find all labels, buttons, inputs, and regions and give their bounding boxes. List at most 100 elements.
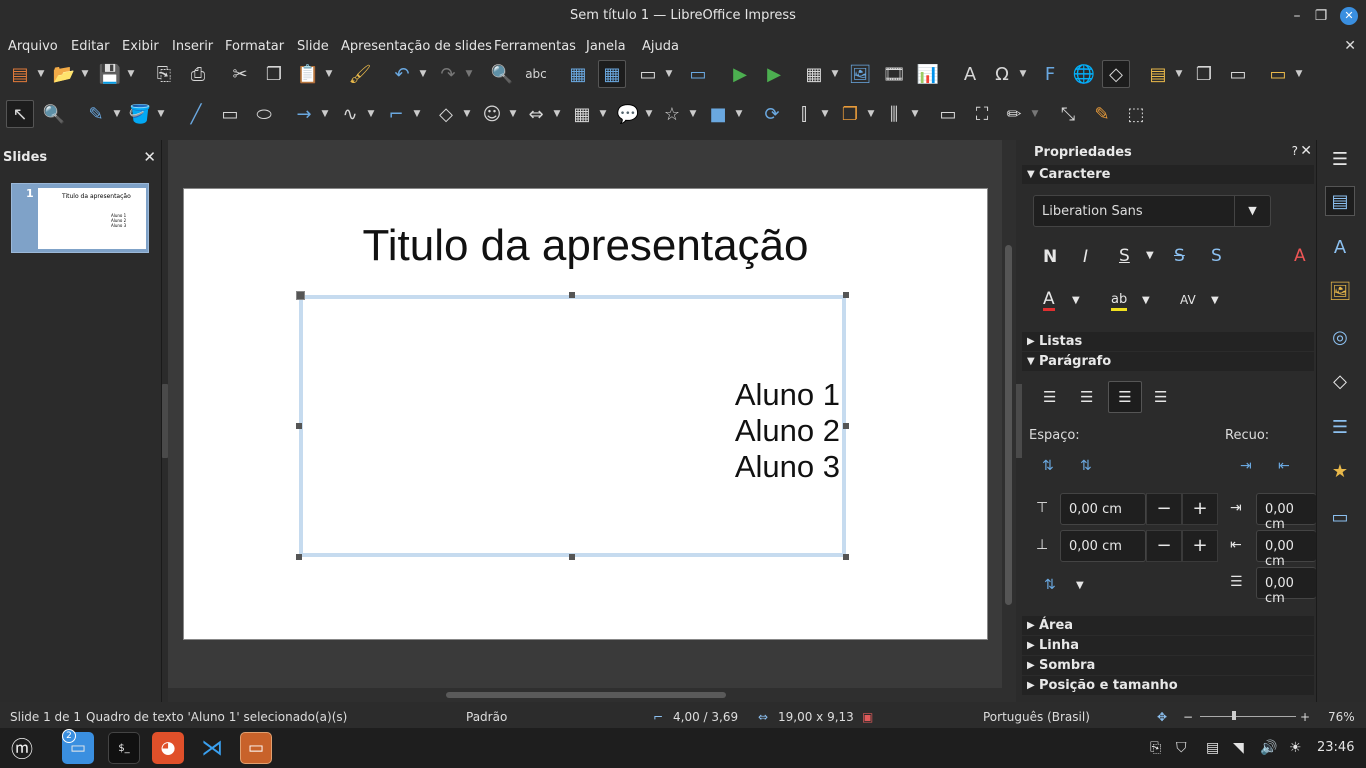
slide-layout-icon[interactable]: ▭	[1264, 60, 1292, 88]
section-linha[interactable]: ▶ Linha	[1022, 636, 1314, 655]
resize-handle[interactable]	[843, 554, 849, 560]
flowchart-icon[interactable]: ▦	[568, 100, 596, 128]
fontwork-icon[interactable]: F	[1036, 60, 1064, 88]
copy-icon[interactable]: ❐	[260, 60, 288, 88]
resize-handle[interactable]	[296, 554, 302, 560]
new-slide-icon[interactable]: ▤	[1144, 60, 1172, 88]
horizontal-scrollbar[interactable]	[168, 688, 1002, 702]
redo-dropdown-icon[interactable]: ▼	[464, 60, 474, 88]
table-dropdown-icon[interactable]: ▼	[830, 60, 840, 88]
menu-arquivo[interactable]: Arquivo	[8, 39, 58, 54]
menu-janela[interactable]: Janela	[586, 39, 626, 54]
character-spacing-icon[interactable]: AV	[1180, 293, 1196, 307]
first-line-indent-field[interactable]: 0,00 cm	[1256, 567, 1316, 606]
slide-thumbnail[interactable]: 1 Titulo da apresentação Aluno 1 Aluno 2…	[11, 183, 149, 253]
zoom-level[interactable]: 76%	[1328, 710, 1355, 724]
hyperlink-icon[interactable]: 🌐	[1070, 60, 1098, 88]
gallery-icon[interactable]: 🖼	[1325, 276, 1355, 306]
stars-icon[interactable]: ☆	[658, 100, 686, 128]
toggle-extrusion-icon[interactable]: ⬚	[1122, 100, 1150, 128]
save-dropdown-icon[interactable]: ▼	[126, 60, 136, 88]
layout-dropdown-icon[interactable]: ▼	[1294, 60, 1304, 88]
find-replace-icon[interactable]: 🔍	[488, 60, 516, 88]
save-icon[interactable]: 💾	[96, 60, 124, 88]
select-icon[interactable]: ↖	[6, 100, 34, 128]
volume-icon[interactable]: 🔊	[1260, 740, 1277, 756]
spacing-above-increase-button[interactable]: +	[1182, 493, 1218, 525]
strikethrough-icon[interactable]: S	[1174, 246, 1185, 266]
zoom-in-button[interactable]: +	[1300, 710, 1310, 724]
show-draw-functions-icon[interactable]: ◇	[1102, 60, 1130, 88]
terminal-icon[interactable]: $_	[108, 732, 140, 764]
layout-name[interactable]: Padrão	[466, 710, 507, 724]
menu-ajuda[interactable]: Ajuda	[642, 39, 679, 54]
undo-icon[interactable]: ↶	[388, 60, 416, 88]
wifi-icon[interactable]: ◥	[1233, 740, 1244, 756]
line-arrow-icon[interactable]: →	[290, 100, 318, 128]
arrange-icon[interactable]: ❐	[836, 100, 864, 128]
document-modified-icon[interactable]: ▣	[862, 710, 873, 724]
shapes-icon[interactable]: ◇	[1325, 366, 1355, 396]
vscode-icon[interactable]: ⋊	[196, 732, 228, 764]
italic-icon[interactable]: I	[1083, 247, 1088, 267]
clock[interactable]: 23:46	[1317, 740, 1354, 755]
flowchart-dropdown-icon[interactable]: ▼	[598, 100, 608, 128]
close-window-button[interactable]: ✕	[1340, 7, 1358, 25]
mint-menu-icon[interactable]: ⓜ	[6, 732, 38, 764]
line-color-dropdown-icon[interactable]: ▼	[112, 100, 122, 128]
text-box-icon[interactable]: A	[956, 60, 984, 88]
export-pdf-icon[interactable]: ⎘	[150, 60, 178, 88]
connector-icon[interactable]: ⌐	[382, 100, 410, 128]
new-icon[interactable]: ▤	[6, 60, 34, 88]
undo-dropdown-icon[interactable]: ▼	[418, 60, 428, 88]
arrange-dropdown-icon[interactable]: ▼	[866, 100, 876, 128]
spacing-below-increase-button[interactable]: +	[1182, 530, 1218, 562]
symbol-shapes-icon[interactable]: ☺	[478, 100, 506, 128]
clear-formatting-icon[interactable]: A	[1294, 246, 1306, 266]
selected-text-box[interactable]: Aluno 1 Aluno 2 Aluno 3	[299, 295, 846, 557]
menu-inserir[interactable]: Inserir	[172, 39, 213, 54]
menu-editar[interactable]: Editar	[71, 39, 110, 54]
decrease-indent-icon[interactable]: ⇤	[1278, 458, 1290, 474]
rectangle-icon[interactable]: ▭	[216, 100, 244, 128]
section-sombra[interactable]: ▶ Sombra	[1022, 656, 1314, 675]
vertical-scroll-thumb[interactable]	[1005, 245, 1012, 605]
animation-icon[interactable]: ★	[1325, 456, 1355, 486]
vertical-scrollbar[interactable]	[1002, 140, 1016, 702]
zoom-out-button[interactable]: −	[1183, 710, 1193, 724]
resize-handle[interactable]	[296, 423, 302, 429]
chart-icon[interactable]: 📊	[914, 60, 942, 88]
align-right-icon[interactable]: ☰	[1108, 381, 1142, 413]
decrease-spacing-icon[interactable]: ⇅	[1080, 458, 1092, 474]
callout-icon[interactable]: 💬	[614, 100, 642, 128]
spelling-icon[interactable]: abc	[522, 60, 550, 88]
grid-icon[interactable]: ▦	[564, 60, 592, 88]
styles-icon[interactable]: A	[1325, 232, 1355, 262]
firefox-icon[interactable]: ◕	[152, 732, 184, 764]
spacing-below-decrease-button[interactable]: −	[1146, 530, 1182, 562]
filter-dropdown-icon[interactable]: ▼	[1030, 100, 1040, 128]
font-color-dropdown-icon[interactable]: ▼	[1072, 295, 1080, 306]
section-posicao[interactable]: ▶ Posição e tamanho	[1022, 676, 1314, 695]
resize-handle[interactable]	[569, 554, 575, 560]
font-name-combo[interactable]: Liberation Sans ▼	[1033, 195, 1271, 227]
start-current-slide-icon[interactable]: ▶	[760, 60, 788, 88]
align-dropdown-icon[interactable]: ▼	[820, 100, 830, 128]
views-dropdown-icon[interactable]: ▼	[664, 60, 674, 88]
slide-transition-icon[interactable]: ☰	[1325, 412, 1355, 442]
print-icon[interactable]: ⎙	[184, 60, 212, 88]
open-icon[interactable]: 📂	[50, 60, 78, 88]
maximize-button[interactable]: ❐	[1312, 7, 1330, 25]
close-slides-panel-icon[interactable]: ✕	[143, 148, 156, 166]
text-box-content[interactable]: Aluno 1 Aluno 2 Aluno 3	[735, 377, 840, 485]
block-arrows-dropdown-icon[interactable]: ▼	[552, 100, 562, 128]
start-first-slide-icon[interactable]: ▶	[726, 60, 754, 88]
ellipse-icon[interactable]: ⬭	[250, 100, 278, 128]
special-char-dropdown-icon[interactable]: ▼	[1018, 60, 1028, 88]
table-icon[interactable]: ▦	[800, 60, 828, 88]
menu-icon[interactable]: ☰	[1325, 144, 1355, 174]
arrow-dropdown-icon[interactable]: ▼	[320, 100, 330, 128]
minimize-button[interactable]: –	[1288, 7, 1306, 25]
menu-formatar[interactable]: Formatar	[225, 39, 284, 54]
sidebar-help-icon[interactable]: ?	[1292, 144, 1298, 158]
